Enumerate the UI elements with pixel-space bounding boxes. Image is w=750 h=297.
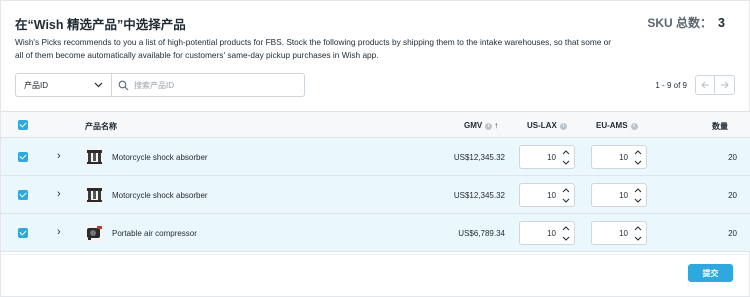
- expand-row-chevron-icon[interactable]: ›: [57, 150, 61, 162]
- row-checkbox[interactable]: [18, 152, 28, 162]
- arrow-right-icon: [721, 81, 729, 89]
- increment-chevron-up-icon[interactable]: [560, 147, 572, 157]
- chevron-down-icon: [94, 80, 103, 90]
- product-table: 产品名称 GMV i ↑ US-LAX i EU-AMS i 数量 › Motorcyc…: [1, 111, 750, 253]
- search-input[interactable]: 搜索产品ID: [111, 73, 305, 97]
- decrement-chevron-down-icon[interactable]: [632, 195, 644, 205]
- product-gmv: US$12,345.32: [453, 191, 505, 200]
- row-checkbox[interactable]: [18, 190, 28, 200]
- decrement-chevron-down-icon[interactable]: [560, 195, 572, 205]
- product-gmv: US$12,345.32: [453, 153, 505, 162]
- increment-chevron-up-icon[interactable]: [560, 185, 572, 195]
- increment-chevron-up-icon[interactable]: [560, 223, 572, 233]
- column-header-gmv-label: GMV: [464, 121, 483, 130]
- row-checkbox[interactable]: [18, 228, 28, 238]
- product-amount: 20: [728, 229, 737, 238]
- sku-total: SKU 总数： 3: [647, 14, 725, 31]
- pagination: 1 - 9 of 9: [655, 75, 735, 95]
- column-header-amount: 数量: [712, 122, 728, 131]
- table-row: › Motorcycle shock absorber US$12,345.32…: [1, 176, 750, 214]
- search-field-select[interactable]: 产品ID: [15, 73, 111, 97]
- column-header-name: 产品名称: [85, 122, 117, 131]
- decrement-chevron-down-icon[interactable]: [560, 233, 572, 243]
- table-header: 产品名称 GMV i ↑ US-LAX i EU-AMS i 数量: [1, 112, 750, 138]
- next-page-button[interactable]: [715, 75, 735, 95]
- us-lax-quantity-value: 10: [547, 191, 556, 200]
- expand-row-chevron-icon[interactable]: ›: [57, 188, 61, 200]
- us-lax-quantity-stepper[interactable]: 10: [519, 221, 575, 245]
- product-thumbnail-shock-absorber: [85, 185, 104, 204]
- column-header-us-lax-label: US-LAX: [527, 121, 557, 130]
- expand-row-chevron-icon[interactable]: ›: [57, 226, 61, 238]
- submit-button[interactable]: 提交: [688, 264, 733, 282]
- prev-page-button[interactable]: [695, 75, 715, 95]
- info-icon[interactable]: i: [630, 123, 638, 130]
- eu-ams-quantity-stepper[interactable]: 10: [591, 183, 647, 207]
- pagination-count: 1 - 9 of 9: [655, 80, 687, 90]
- column-header-us-lax: US-LAX i: [527, 121, 567, 130]
- product-amount: 20: [728, 153, 737, 162]
- column-header-gmv[interactable]: GMV i ↑: [464, 121, 498, 130]
- sku-total-label: SKU 总数：: [647, 16, 713, 30]
- us-lax-quantity-value: 10: [547, 229, 556, 238]
- product-name[interactable]: Motorcycle shock absorber: [112, 191, 208, 200]
- arrow-left-icon: [700, 81, 709, 89]
- column-header-eu-ams: EU-AMS i: [596, 121, 638, 130]
- search-field-select-value: 产品ID: [24, 80, 48, 90]
- eu-ams-quantity-value: 10: [619, 191, 628, 200]
- product-thumbnail-air-compressor: [85, 223, 104, 242]
- us-lax-quantity-value: 10: [547, 153, 556, 162]
- product-name[interactable]: Portable air compressor: [112, 229, 197, 238]
- eu-ams-quantity-value: 10: [619, 153, 628, 162]
- table-row: › Motorcycle shock absorber US$12,345.32…: [1, 138, 750, 176]
- product-name[interactable]: Motorcycle shock absorber: [112, 153, 208, 162]
- eu-ams-quantity-value: 10: [619, 229, 628, 238]
- product-amount: 20: [728, 191, 737, 200]
- sku-total-count: 3: [718, 16, 725, 30]
- page-title: 在“Wish 精选产品”中选择产品: [15, 18, 186, 32]
- search-filter: 产品ID 搜索产品ID: [15, 73, 305, 97]
- us-lax-quantity-stepper[interactable]: 10: [519, 183, 575, 207]
- table-row: › Portable air compressor US$6,789.34 10…: [1, 214, 750, 252]
- increment-chevron-up-icon[interactable]: [632, 223, 644, 233]
- info-icon[interactable]: i: [559, 123, 567, 130]
- column-header-eu-ams-label: EU-AMS: [596, 121, 628, 130]
- info-icon[interactable]: i: [485, 123, 493, 130]
- description: Wish's Picks recommends to you a list of…: [15, 37, 612, 60]
- us-lax-quantity-stepper[interactable]: 10: [519, 145, 575, 169]
- increment-chevron-up-icon[interactable]: [632, 185, 644, 195]
- decrement-chevron-down-icon[interactable]: [560, 157, 572, 167]
- product-gmv: US$6,789.34: [458, 229, 505, 238]
- product-thumbnail-shock-absorber: [85, 147, 104, 166]
- eu-ams-quantity-stepper[interactable]: 10: [591, 145, 647, 169]
- search-placeholder: 搜索产品ID: [134, 80, 174, 90]
- increment-chevron-up-icon[interactable]: [632, 147, 644, 157]
- footer-divider: [1, 254, 750, 255]
- select-all-checkbox[interactable]: [18, 120, 28, 130]
- decrement-chevron-down-icon[interactable]: [632, 233, 644, 243]
- decrement-chevron-down-icon[interactable]: [632, 157, 644, 167]
- wish-picks-panel: 在“Wish 精选产品”中选择产品 SKU 总数： 3 Wish's Picks …: [0, 0, 750, 297]
- search-icon: [118, 80, 129, 91]
- sort-up-icon[interactable]: ↑: [494, 121, 498, 130]
- eu-ams-quantity-stepper[interactable]: 10: [591, 221, 647, 245]
